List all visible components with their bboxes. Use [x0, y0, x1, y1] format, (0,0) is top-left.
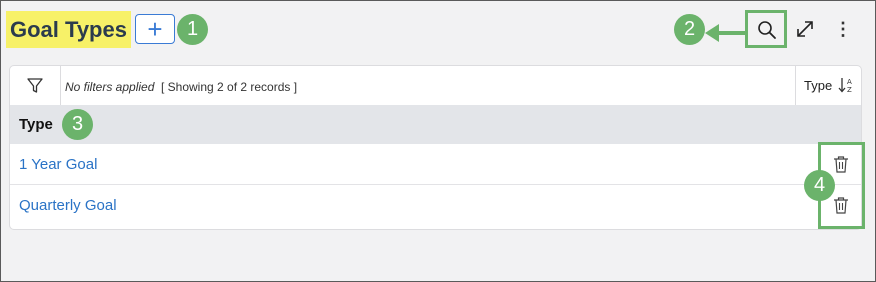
filter-button[interactable] [10, 66, 61, 105]
more-vertical-icon: ⋮ [834, 19, 852, 39]
sort-icon: A Z [838, 78, 852, 94]
expand-button[interactable] [793, 17, 817, 41]
callout-badge-3: 3 [62, 109, 93, 140]
filters-status: No filters applied [65, 80, 155, 94]
svg-text:A: A [847, 78, 852, 86]
expand-icon [797, 21, 813, 37]
plus-icon: + [147, 14, 163, 44]
table-row: Quarterly Goal [10, 185, 861, 226]
records-card: No filters applied [ Showing 2 of 2 reco… [9, 65, 862, 230]
callout-badge-4: 4 [804, 170, 835, 201]
callout-arrow-icon [705, 24, 745, 42]
more-options-button[interactable]: ⋮ [834, 16, 852, 42]
sort-button[interactable]: Type A Z [795, 66, 861, 105]
filter-toolbar: No filters applied [ Showing 2 of 2 reco… [10, 66, 861, 105]
callout-badge-2: 2 [674, 14, 705, 45]
search-button[interactable] [745, 10, 787, 48]
svg-text:Z: Z [847, 86, 852, 94]
table-header: Type 3 [10, 105, 861, 144]
page-title: Goal Types [6, 11, 131, 48]
trash-icon[interactable] [833, 196, 849, 214]
filter-icon [27, 78, 43, 93]
search-icon [758, 21, 776, 39]
sort-label: Type [804, 78, 833, 93]
callout-badge-1: 1 [177, 14, 208, 45]
table-row: 1 Year Goal [10, 144, 861, 185]
goal-type-link[interactable]: Quarterly Goal [19, 197, 117, 214]
goal-type-link[interactable]: 1 Year Goal [19, 156, 97, 173]
add-goal-type-button[interactable]: + [135, 14, 175, 44]
records-count: [ Showing 2 of 2 records ] [161, 80, 298, 94]
column-header-type: Type [19, 116, 53, 133]
trash-icon[interactable] [833, 155, 849, 173]
